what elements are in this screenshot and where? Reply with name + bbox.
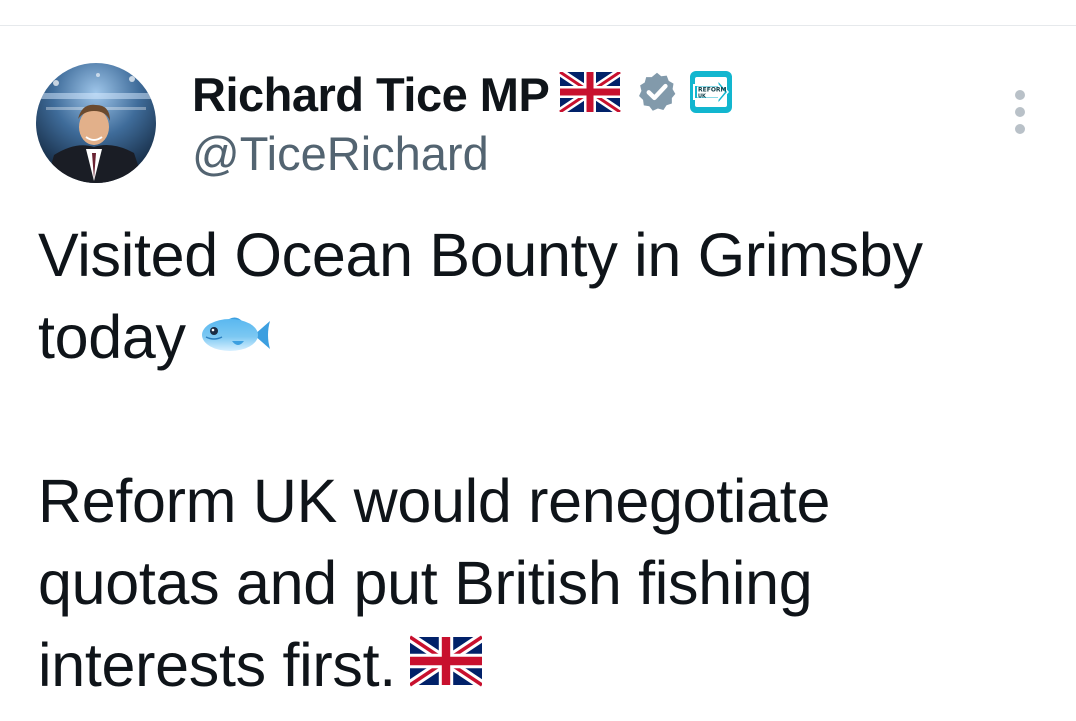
tweet-line: today [38, 296, 1048, 378]
tweet-line: Visited Ocean Bounty in Grimsby [38, 221, 923, 289]
tweet-line: Reform UK would renegotiate [38, 467, 831, 535]
fish-emoji [200, 297, 272, 379]
reform-uk-affiliate-icon[interactable]: REFORM UK [689, 70, 733, 119]
profile-photo [36, 63, 156, 183]
more-options-icon [1015, 90, 1025, 100]
top-divider [0, 25, 1076, 26]
more-options-icon [1015, 107, 1025, 117]
tweet-text: Visited Ocean Bounty in Grimsby today Re… [38, 214, 1048, 706]
svg-text:REFORM: REFORM [698, 86, 727, 93]
verified-badge-icon[interactable] [635, 70, 679, 119]
union-jack-flag-emoji [407, 625, 485, 707]
tweet-line-text: today [38, 303, 186, 371]
tweet-line: interests first. [38, 624, 1048, 706]
avatar[interactable] [36, 63, 156, 183]
author-handle[interactable]: @TiceRichard [192, 126, 489, 181]
author-name-row: Richard Tice MP REFORM UK [192, 64, 733, 124]
more-options-button[interactable] [1008, 90, 1032, 134]
tweet-line: quotas and put British fishing [38, 549, 813, 617]
more-options-icon [1015, 124, 1025, 134]
union-jack-flag-icon [558, 68, 623, 117]
author-display-name[interactable]: Richard Tice MP [192, 67, 550, 122]
svg-text:UK: UK [698, 93, 707, 99]
tweet-line-text: interests first. [38, 631, 396, 699]
